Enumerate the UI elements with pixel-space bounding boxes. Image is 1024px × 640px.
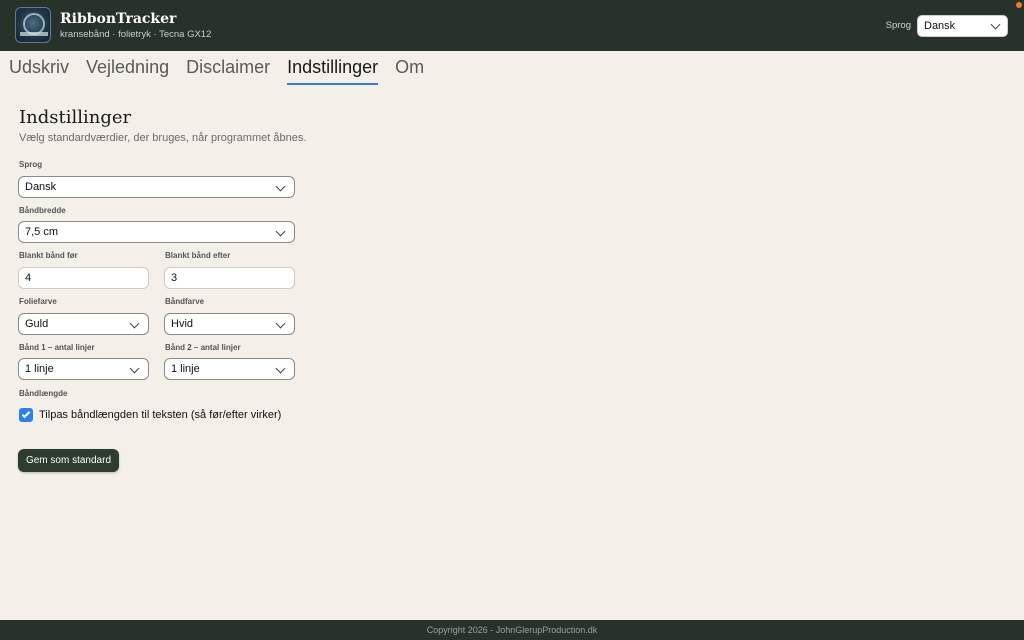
ribbon2-lines-label: Bånd 2 – antal linjer bbox=[165, 343, 241, 352]
tab-om[interactable]: Om bbox=[395, 57, 424, 85]
language-label: Sprog bbox=[19, 160, 43, 169]
chevron-down-icon bbox=[275, 318, 286, 329]
ribbon-width-label: Båndbredde bbox=[19, 206, 66, 215]
chevron-down-icon bbox=[129, 318, 140, 329]
app-logo bbox=[15, 7, 51, 43]
language-select-value: Dansk bbox=[25, 181, 57, 193]
blank-before-label: Blankt bånd før bbox=[19, 251, 78, 260]
main-tabs: Udskriv Vejledning Disclaimer Indstillin… bbox=[9, 57, 424, 85]
header-language-label: Sprog bbox=[885, 20, 911, 31]
app-subtitle: kransebånd · folietryk · Tecna GX12 bbox=[60, 29, 212, 40]
checkmark-icon bbox=[21, 409, 31, 419]
chevron-down-icon bbox=[275, 181, 286, 192]
foil-color-value: Guld bbox=[25, 318, 49, 330]
foil-color-label: Foliefarve bbox=[19, 297, 57, 306]
ribbon-color-select[interactable]: Hvid bbox=[164, 313, 295, 335]
page-title: Indstillinger bbox=[19, 107, 132, 128]
status-dot bbox=[1016, 2, 1022, 8]
ribbon-length-label: Båndlængde bbox=[19, 389, 68, 398]
tab-disclaimer[interactable]: Disclaimer bbox=[186, 57, 270, 85]
fit-length-label[interactable]: Tilpas båndlængden til teksten (så før/e… bbox=[39, 409, 281, 421]
header-language-value: Dansk bbox=[924, 20, 956, 32]
ribbon-width-select[interactable]: 7,5 cm bbox=[18, 221, 295, 243]
blank-before-value: 4 bbox=[25, 272, 32, 284]
blank-after-input[interactable]: 3 bbox=[164, 267, 295, 289]
ribbon2-lines-value: 1 linje bbox=[171, 363, 200, 375]
tab-vejledning[interactable]: Vejledning bbox=[86, 57, 169, 85]
chevron-down-icon bbox=[990, 19, 1001, 30]
app-header: RibbonTracker kransebånd · folietryk · T… bbox=[0, 0, 1024, 51]
ribbon2-lines-select[interactable]: 1 linje bbox=[164, 358, 295, 380]
tab-udskriv[interactable]: Udskriv bbox=[9, 57, 69, 85]
save-default-button[interactable]: Gem som standard bbox=[18, 449, 119, 472]
foil-color-select[interactable]: Guld bbox=[18, 313, 149, 335]
chevron-down-icon bbox=[275, 226, 286, 237]
header-language-select[interactable]: Dansk bbox=[917, 15, 1008, 37]
chevron-down-icon bbox=[129, 363, 140, 374]
ribbon1-lines-label: Bånd 1 – antal linjer bbox=[19, 343, 95, 352]
ribbon-color-value: Hvid bbox=[171, 318, 194, 330]
footer: Copyright 2026 - JohnGlerupProduction.dk bbox=[0, 620, 1024, 640]
tab-indstillinger[interactable]: Indstillinger bbox=[287, 57, 379, 85]
language-select[interactable]: Dansk bbox=[18, 176, 295, 198]
ribbon-width-value: 7,5 cm bbox=[25, 226, 59, 238]
ribbon1-lines-select[interactable]: 1 linje bbox=[18, 358, 149, 380]
blank-after-label: Blankt bånd efter bbox=[165, 251, 231, 260]
chevron-down-icon bbox=[275, 363, 286, 374]
fit-length-checkbox[interactable] bbox=[19, 408, 33, 422]
blank-after-value: 3 bbox=[171, 272, 178, 284]
app-title: RibbonTracker bbox=[60, 11, 177, 27]
blank-before-input[interactable]: 4 bbox=[18, 267, 149, 289]
page-description: Vælg standardværdier, der bruges, når pr… bbox=[19, 132, 307, 144]
ribbon-color-label: Båndfarve bbox=[165, 297, 205, 306]
footer-copyright: Copyright 2026 - JohnGlerupProduction.dk bbox=[426, 625, 598, 635]
ribbon1-lines-value: 1 linje bbox=[25, 363, 54, 375]
